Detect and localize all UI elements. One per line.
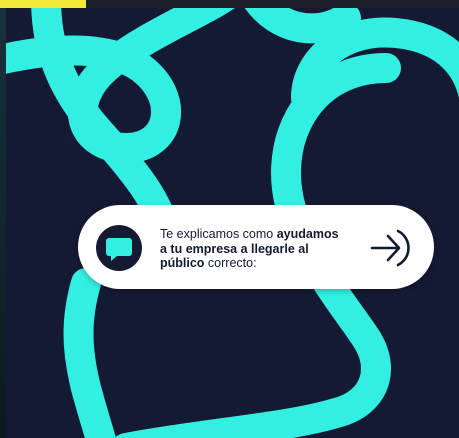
callout-line2-bold: a tu empresa a llegarle al: [160, 241, 309, 256]
callout-text: Te explicamos como ayudamos a tu empresa…: [160, 227, 375, 271]
yellow-tab: [0, 0, 86, 8]
chat-bubble-icon: [96, 225, 142, 271]
callout-pill[interactable]: Te explicamos como ayudamos a tu empresa…: [78, 205, 434, 289]
arrow-right-icon[interactable]: [368, 225, 420, 271]
callout-line3-bold: público: [160, 256, 205, 270]
promo-card: Te explicamos como ayudamos a tu empresa…: [6, 8, 459, 438]
callout-line3-normal: correcto:: [204, 256, 257, 270]
callout-line1-normal: Te explicamos como: [160, 227, 277, 241]
callout-line1-bold: ayudamos: [276, 227, 339, 241]
